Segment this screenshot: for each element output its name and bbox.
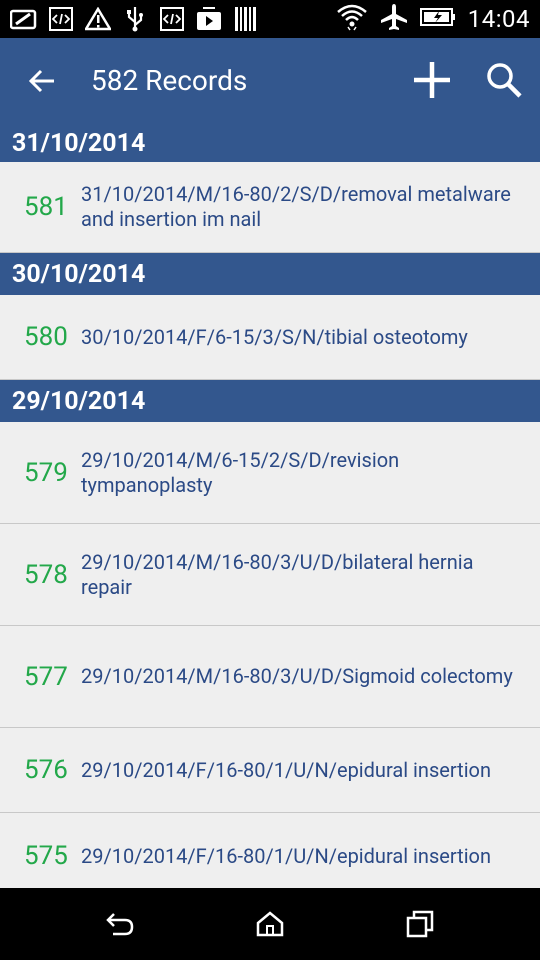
add-icon[interactable] xyxy=(410,58,454,102)
record-row[interactable]: 576 29/10/2014/F/16-80/1/U/N/epidural in… xyxy=(0,728,540,813)
record-number: 575 xyxy=(24,841,68,871)
record-text: 31/10/2014/M/16-80/2/S/D/removal metalwa… xyxy=(81,182,511,231)
navigation-bar xyxy=(0,888,540,960)
record-row[interactable]: 580 30/10/2014/F/6-15/3/S/N/tibial osteo… xyxy=(0,295,540,380)
date-header: 29/10/2014 xyxy=(0,380,540,422)
record-row[interactable]: 575 29/10/2014/F/16-80/1/U/N/epidural in… xyxy=(0,813,540,888)
record-text: 29/10/2014/M/16-80/3/U/D/Sigmoid colecto… xyxy=(81,664,513,688)
record-number: 581 xyxy=(24,192,68,222)
record-number: 579 xyxy=(24,457,68,488)
status-time: 14:04 xyxy=(467,5,530,33)
usb-icon xyxy=(121,5,148,32)
date-header: 30/10/2014 xyxy=(0,253,540,295)
nav-back-icon[interactable] xyxy=(100,906,140,942)
back-arrow-icon[interactable] xyxy=(24,63,60,99)
app-bar: 582 Records xyxy=(0,38,540,124)
record-row[interactable]: 577 29/10/2014/M/16-80/3/U/D/Sigmoid col… xyxy=(0,626,540,728)
record-row[interactable]: 578 29/10/2014/M/16-80/3/U/D/bilateral h… xyxy=(0,524,540,626)
record-row[interactable]: 581 31/10/2014/M/16-80/2/S/D/removal met… xyxy=(0,162,540,253)
status-bar: 14:04 xyxy=(0,0,540,38)
search-icon[interactable] xyxy=(482,58,526,102)
battery-charging-icon xyxy=(419,6,456,32)
barcode-icon xyxy=(232,5,259,32)
page-title: 582 Records xyxy=(91,64,248,97)
record-text: 29/10/2014/M/6-15/2/S/D/revision tympano… xyxy=(81,447,400,497)
record-number: 578 xyxy=(24,559,68,590)
code-icon xyxy=(47,5,74,32)
media-icon xyxy=(195,5,222,32)
record-text: 29/10/2014/M/16-80/3/U/D/bilateral herni… xyxy=(81,549,474,599)
wifi-icon xyxy=(336,2,368,36)
records-list[interactable]: 31/10/2014 581 31/10/2014/M/16-80/2/S/D/… xyxy=(0,124,540,888)
airplane-icon xyxy=(380,3,408,35)
nav-recents-icon[interactable] xyxy=(400,906,440,942)
record-number: 576 xyxy=(24,755,68,785)
code-icon xyxy=(158,5,185,32)
record-number: 577 xyxy=(24,661,68,692)
record-number: 580 xyxy=(24,322,68,352)
record-text: 29/10/2014/F/16-80/1/U/N/epidural insert… xyxy=(81,843,492,868)
record-text: 29/10/2014/F/16-80/1/U/N/epidural insert… xyxy=(81,757,492,782)
notification-icon xyxy=(10,5,37,32)
warning-icon xyxy=(84,5,111,32)
record-row[interactable]: 579 29/10/2014/M/6-15/2/S/D/revision tym… xyxy=(0,422,540,524)
nav-home-icon[interactable] xyxy=(250,906,290,942)
record-text: 30/10/2014/F/6-15/3/S/N/tibial osteotomy xyxy=(81,324,468,349)
date-header: 31/10/2014 xyxy=(0,124,540,162)
